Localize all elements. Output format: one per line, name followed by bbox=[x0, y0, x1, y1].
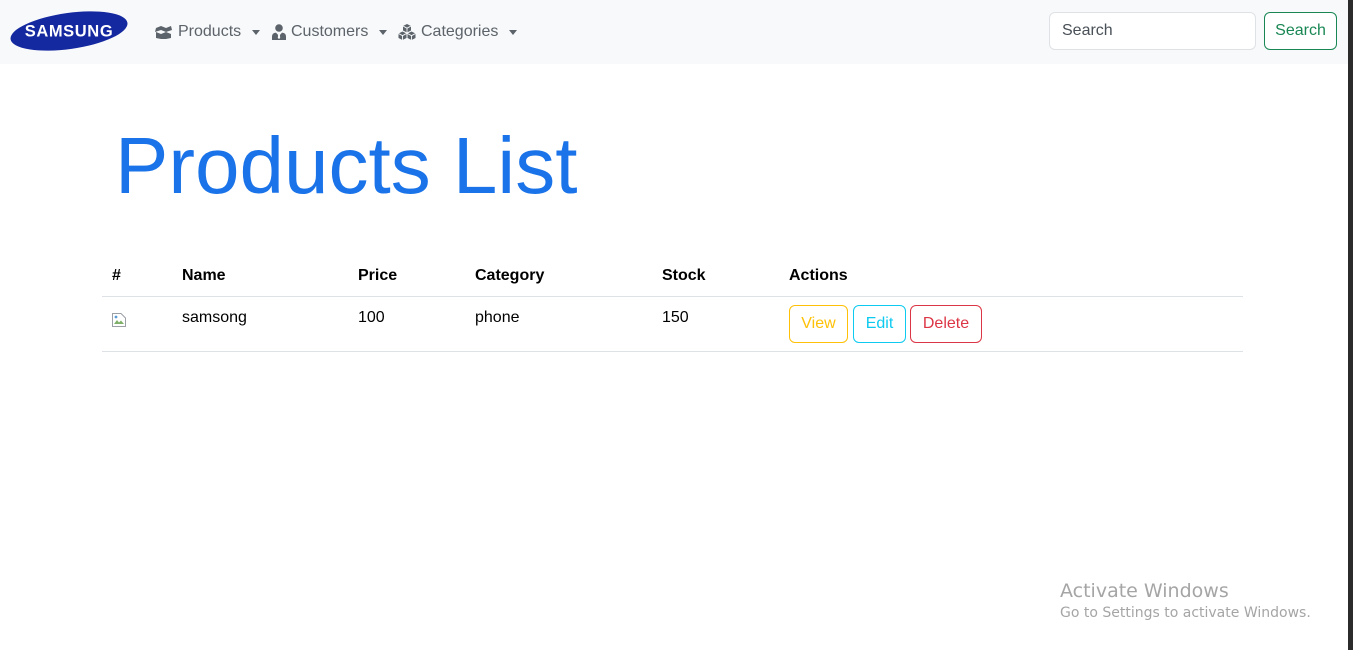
table-row: samsong 100 phone 150 View Edit Delete bbox=[102, 297, 1243, 352]
nav-label-products: Products bbox=[178, 23, 242, 40]
window-edge bbox=[1348, 0, 1353, 650]
chevron-down-icon bbox=[509, 29, 518, 35]
table-header-row: # Name Price Category Stock Actions bbox=[102, 258, 1243, 297]
brand-text: SAMSUNG bbox=[25, 23, 114, 41]
cell-category: phone bbox=[475, 309, 520, 326]
cell-name: samsong bbox=[182, 309, 247, 326]
nav-label-categories: Categories bbox=[421, 23, 499, 40]
column-header-index: # bbox=[112, 267, 121, 284]
nav-dropdown-categories[interactable]: Categories bbox=[398, 21, 518, 43]
delete-button[interactable]: Delete bbox=[910, 305, 982, 343]
cell-price: 100 bbox=[358, 309, 385, 326]
samsung-logo[interactable]: SAMSUNG bbox=[9, 11, 129, 51]
column-header-price: Price bbox=[358, 267, 398, 284]
products-table: # Name Price Category Stock Actions sams… bbox=[102, 258, 1243, 352]
watermark-title: Activate Windows bbox=[1060, 580, 1229, 602]
watermark-subtitle: Go to Settings to activate Windows. bbox=[1060, 605, 1311, 621]
nav-dropdown-products[interactable]: Products bbox=[154, 21, 261, 43]
activate-windows-watermark: Activate Windows Go to Settings to activ… bbox=[1060, 580, 1311, 622]
chevron-down-icon bbox=[379, 29, 388, 35]
cubes-icon bbox=[398, 24, 416, 40]
search-input[interactable] bbox=[1049, 12, 1256, 50]
broken-image-icon bbox=[111, 312, 127, 328]
chevron-down-icon bbox=[252, 29, 261, 35]
nav-label-customers: Customers bbox=[291, 23, 369, 40]
edit-button[interactable]: Edit bbox=[853, 305, 906, 343]
cell-stock: 150 bbox=[662, 309, 689, 326]
nav-dropdown-customers[interactable]: Customers bbox=[272, 21, 388, 43]
navbar: SAMSUNG Products Customers Categories Se… bbox=[0, 0, 1349, 64]
column-header-stock: Stock bbox=[662, 267, 706, 284]
boxes-icon bbox=[154, 25, 173, 40]
column-header-category: Category bbox=[475, 267, 545, 284]
column-header-actions: Actions bbox=[789, 267, 848, 284]
user-tie-icon bbox=[272, 24, 286, 40]
search-button[interactable]: Search bbox=[1264, 12, 1337, 50]
view-button[interactable]: View bbox=[789, 305, 848, 343]
column-header-name: Name bbox=[182, 267, 226, 284]
page-title: Products List bbox=[115, 121, 578, 210]
